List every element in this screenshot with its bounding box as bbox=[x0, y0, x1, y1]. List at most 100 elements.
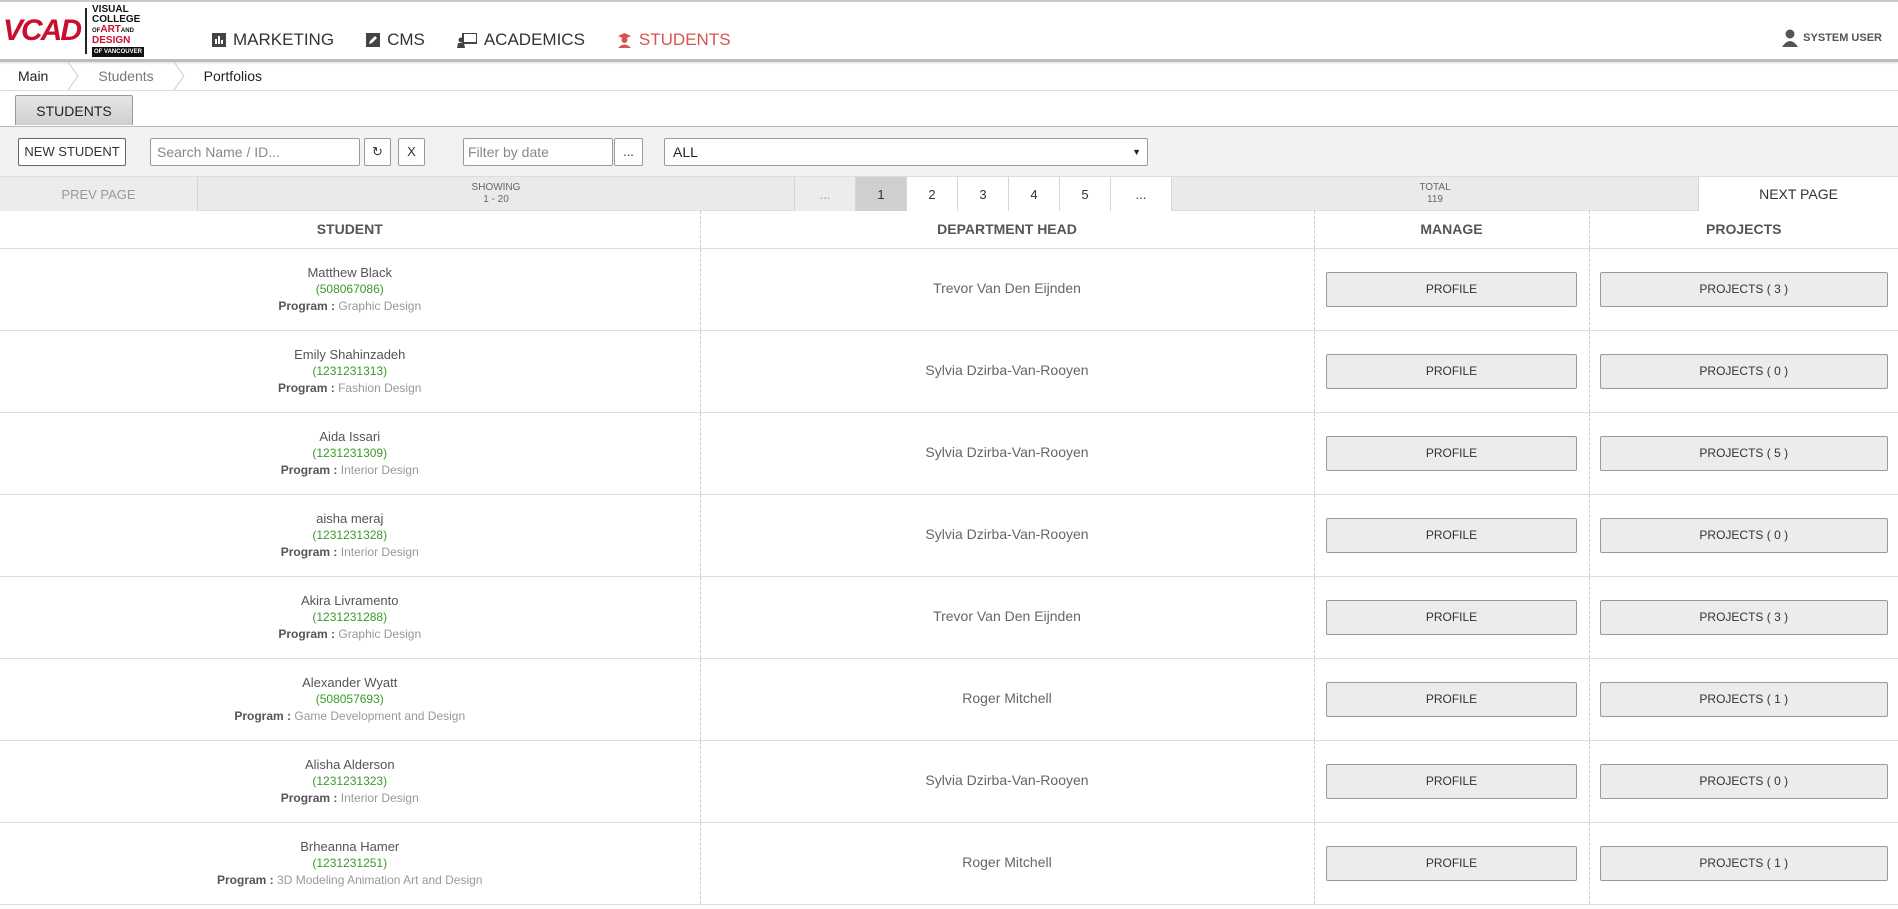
projects-button[interactable]: PROJECTS ( 0 ) bbox=[1599, 517, 1888, 553]
table-header-row: STUDENT DEPARTMENT HEAD MANAGE PROJECTS bbox=[0, 211, 1898, 249]
column-header-dept: DEPARTMENT HEAD bbox=[700, 211, 1315, 249]
projects-cell: PROJECTS ( 5 ) bbox=[1589, 412, 1898, 495]
table-row: aisha meraj (1231231328) Program : Interio… bbox=[0, 494, 1898, 577]
dept-head-name: Sylvia Dzirba-Van-Rooyen bbox=[925, 444, 1089, 460]
projects-button[interactable]: PROJECTS ( 1 ) bbox=[1599, 681, 1888, 717]
student-id: (508057693) bbox=[315, 691, 384, 706]
student-name[interactable]: Alisha Alderson bbox=[1, 756, 699, 773]
program-value: Fashion Design bbox=[338, 380, 422, 395]
student-program: Program : Game Development and Design bbox=[1, 708, 699, 725]
page-5[interactable]: 5 bbox=[1060, 177, 1111, 211]
student-cell: aisha meraj (1231231328) Program : Interio… bbox=[0, 494, 701, 577]
projects-button[interactable]: PROJECTS ( 0 ) bbox=[1599, 763, 1888, 799]
dept-head-cell: Sylvia Dzirba-Van-Rooyen bbox=[700, 494, 1315, 577]
student-name[interactable]: Aida Issari bbox=[1, 428, 699, 445]
total-value: 119 bbox=[1427, 194, 1443, 205]
prev-page-button[interactable]: PREV PAGE bbox=[0, 177, 198, 211]
manage-cell: PROFILE bbox=[1314, 494, 1590, 577]
nav-students-label: STUDENTS bbox=[638, 30, 731, 49]
projects-cell: PROJECTS ( 1 ) bbox=[1589, 658, 1898, 741]
students-table: STUDENT DEPARTMENT HEAD MANAGE PROJECTS … bbox=[0, 211, 1898, 905]
date-filter-input[interactable]: Filter by date bbox=[463, 138, 613, 166]
breadcrumb-main[interactable]: Main bbox=[0, 62, 66, 90]
presentation-icon bbox=[456, 32, 477, 48]
manage-cell: PROFILE bbox=[1314, 248, 1590, 331]
program-label: Program : bbox=[278, 298, 336, 313]
next-page-button[interactable]: NEXT PAGE bbox=[1699, 177, 1898, 211]
profile-button[interactable]: PROFILE bbox=[1326, 845, 1577, 881]
profile-button[interactable]: PROFILE bbox=[1326, 763, 1577, 799]
table-row: Alexander Wyatt (508057693) Program : Game… bbox=[0, 658, 1898, 741]
profile-button[interactable]: PROFILE bbox=[1326, 271, 1577, 307]
page-ellipsis-next[interactable]: ... bbox=[1111, 177, 1172, 211]
student-name[interactable]: Akira Livramento bbox=[1, 592, 699, 609]
profile-button[interactable]: PROFILE bbox=[1326, 353, 1577, 389]
student-name[interactable]: Brheanna Hamer bbox=[1, 838, 699, 855]
student-program: Program : Graphic Design bbox=[1, 626, 699, 643]
nav-academics[interactable]: ACADEMICS bbox=[456, 30, 585, 50]
profile-button[interactable]: PROFILE bbox=[1326, 517, 1577, 553]
breadcrumb-portfolios: Portfolios bbox=[203, 68, 262, 84]
nav-students[interactable]: STUDENTS bbox=[617, 30, 731, 50]
profile-button[interactable]: PROFILE bbox=[1326, 435, 1577, 471]
user-icon bbox=[1781, 29, 1799, 47]
breadcrumb-students[interactable]: Students bbox=[80, 62, 171, 90]
program-label: Program : bbox=[280, 790, 338, 805]
logo-and: AND bbox=[120, 28, 134, 34]
dept-head-name: Sylvia Dzirba-Van-Rooyen bbox=[925, 362, 1089, 378]
program-label: Program : bbox=[234, 708, 292, 723]
projects-cell: PROJECTS ( 0 ) bbox=[1589, 494, 1898, 577]
clear-search-button[interactable]: X bbox=[398, 138, 425, 166]
page-1[interactable]: 1 bbox=[856, 177, 907, 211]
nav-cms[interactable]: CMS bbox=[366, 30, 425, 50]
program-value: Interior Design bbox=[340, 790, 419, 805]
vcad-logo[interactable]: VCAD VISUAL COLLEGE OFARTAND DESIGN OF V… bbox=[3, 5, 144, 57]
dept-head-cell: Sylvia Dzirba-Van-Rooyen bbox=[700, 740, 1315, 823]
student-program: Program : Interior Design bbox=[1, 790, 699, 807]
tab-students[interactable]: STUDENTS bbox=[15, 95, 133, 125]
page-4[interactable]: 4 bbox=[1009, 177, 1060, 211]
projects-button[interactable]: PROJECTS ( 3 ) bbox=[1599, 271, 1888, 307]
logo-mark: VCAD bbox=[3, 14, 82, 47]
student-cell: Alisha Alderson (1231231323) Program : Int… bbox=[0, 740, 701, 823]
manage-cell: PROFILE bbox=[1314, 576, 1590, 659]
table-row: Alisha Alderson (1231231323) Program : Int… bbox=[0, 740, 1898, 823]
student-name[interactable]: Matthew Black bbox=[1, 264, 699, 281]
projects-button[interactable]: PROJECTS ( 0 ) bbox=[1599, 353, 1888, 389]
table-row: Matthew Black (508067086) Program : Graphi… bbox=[0, 248, 1898, 331]
program-select[interactable]: ALL ▼ bbox=[664, 138, 1148, 166]
profile-button[interactable]: PROFILE bbox=[1326, 681, 1577, 717]
projects-cell: PROJECTS ( 3 ) bbox=[1589, 576, 1898, 659]
projects-button[interactable]: PROJECTS ( 5 ) bbox=[1599, 435, 1888, 471]
program-value: Graphic Design bbox=[338, 298, 422, 313]
program-value: 3D Modeling Animation Art and Design bbox=[277, 872, 483, 887]
student-id: (1231231328) bbox=[312, 527, 388, 542]
student-program: Program : Interior Design bbox=[1, 544, 699, 561]
page-ellipsis-prev[interactable]: ... bbox=[795, 177, 856, 211]
dept-head-name: Sylvia Dzirba-Van-Rooyen bbox=[925, 526, 1089, 542]
student-name[interactable]: Alexander Wyatt bbox=[1, 674, 699, 691]
column-header-student: STUDENT bbox=[0, 211, 701, 249]
total-count: TOTAL 119 bbox=[1172, 177, 1699, 211]
page-3[interactable]: 3 bbox=[958, 177, 1009, 211]
dept-head-cell: Sylvia Dzirba-Van-Rooyen bbox=[700, 412, 1315, 495]
nav-marketing[interactable]: MARKETING bbox=[212, 30, 334, 50]
pagination: PREV PAGE SHOWING 1 - 20 ... 1 2 3 4 5 .… bbox=[0, 176, 1898, 211]
student-name[interactable]: Emily Shahinzadeh bbox=[1, 346, 699, 363]
student-name[interactable]: aisha meraj bbox=[1, 510, 699, 527]
student-cell: Aida Issari (1231231309) Program : Interio… bbox=[0, 412, 701, 495]
user-menu[interactable]: SYSTEM USER bbox=[1781, 29, 1882, 47]
search-input[interactable]: Search Name / ID... bbox=[150, 138, 360, 166]
showing-label: SHOWING bbox=[471, 182, 521, 193]
refresh-button[interactable]: ↻ bbox=[364, 138, 391, 166]
page-2[interactable]: 2 bbox=[907, 177, 958, 211]
projects-button[interactable]: PROJECTS ( 3 ) bbox=[1599, 599, 1888, 635]
logo-divider bbox=[85, 8, 88, 54]
projects-cell: PROJECTS ( 3 ) bbox=[1589, 248, 1898, 331]
projects-button[interactable]: PROJECTS ( 1 ) bbox=[1599, 845, 1888, 881]
student-icon bbox=[617, 32, 632, 48]
new-student-button[interactable]: NEW STUDENT bbox=[18, 138, 126, 166]
dept-head-cell: Roger Mitchell bbox=[700, 822, 1315, 905]
profile-button[interactable]: PROFILE bbox=[1326, 599, 1577, 635]
date-picker-button[interactable]: ... bbox=[614, 138, 643, 166]
